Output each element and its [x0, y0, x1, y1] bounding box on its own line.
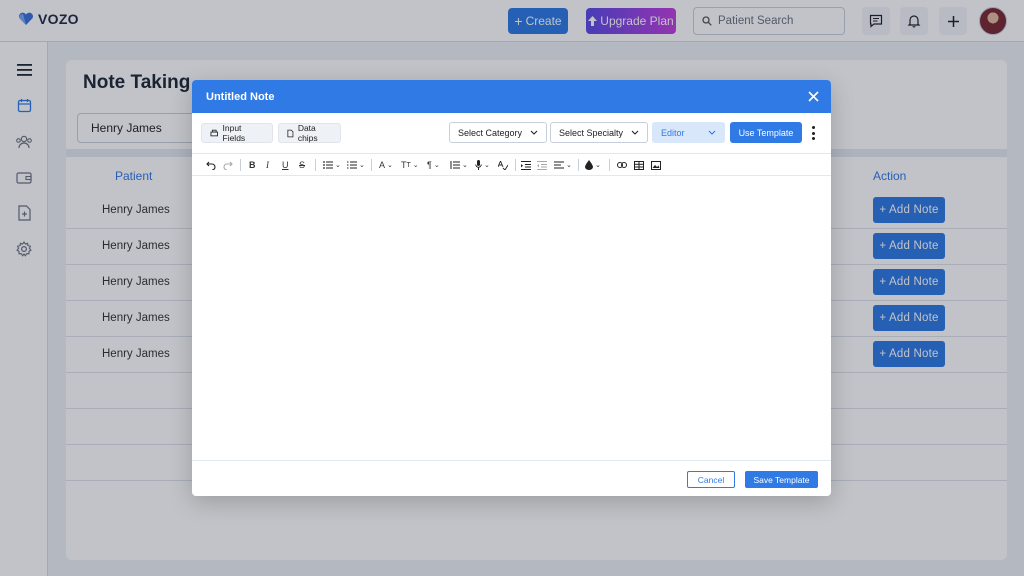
close-icon [807, 90, 819, 102]
toolbar-divider [609, 159, 610, 171]
bullet-list-icon[interactable]: ⌄ [323, 158, 341, 172]
more-options-icon[interactable] [809, 124, 817, 142]
outdent-icon[interactable] [537, 158, 547, 172]
note-modal: Untitled Note Input Fields Data chips Se… [192, 80, 831, 496]
toolbar-divider [578, 159, 579, 171]
toolbar-divider [371, 159, 372, 171]
underline-icon[interactable]: U [282, 158, 289, 172]
editor-mode-select[interactable]: Editor [652, 122, 725, 143]
bold-icon[interactable]: B [249, 158, 256, 172]
font-color-icon[interactable]: A ⌄ [379, 158, 393, 172]
chevron-down-icon [631, 130, 639, 135]
strikethrough-icon[interactable]: S [299, 158, 305, 172]
close-button[interactable] [805, 88, 821, 104]
fill-color-icon[interactable]: ⌄ [585, 158, 601, 172]
chevron-down-icon [530, 130, 538, 135]
modal-footer: Cancel Save Template [192, 460, 831, 496]
microphone-icon[interactable]: ⌄ [475, 158, 490, 172]
table-icon[interactable] [634, 158, 644, 172]
redo-icon[interactable] [223, 158, 233, 172]
specialty-select[interactable]: Select Specialty [550, 122, 648, 143]
undo-icon[interactable] [206, 158, 216, 172]
modal-title: Untitled Note [206, 91, 275, 103]
category-placeholder: Select Category [458, 127, 523, 138]
specialty-placeholder: Select Specialty [559, 127, 624, 138]
link-icon[interactable] [617, 158, 627, 172]
input-fields-label: Input Fields [222, 123, 246, 143]
save-template-button[interactable]: Save Template [745, 471, 818, 488]
category-select[interactable]: Select Category [449, 122, 547, 143]
paragraph-icon[interactable]: ¶ ⌄ [427, 158, 440, 172]
toolbar-divider [240, 159, 241, 171]
note-editor-area[interactable] [192, 176, 831, 460]
editor-mode-label: Editor [661, 127, 685, 138]
formatting-toolbar: B I U S ⌄ ⌄ A ⌄ T T ⌄ ¶ ⌄ ⌄ ⌄ ⌄ ⌄ [192, 153, 831, 176]
modal-header: Untitled Note [192, 80, 831, 113]
use-template-button[interactable]: Use Template [730, 122, 802, 143]
italic-icon[interactable]: I [266, 158, 269, 172]
image-icon[interactable] [651, 158, 661, 172]
align-icon[interactable]: ⌄ [554, 158, 572, 172]
numbered-list-icon[interactable]: ⌄ [347, 158, 365, 172]
data-chips-label: Data chips [297, 123, 318, 143]
cancel-button[interactable]: Cancel [687, 471, 735, 488]
toolbar-divider [315, 159, 316, 171]
spellcheck-icon[interactable] [498, 158, 508, 172]
line-height-icon[interactable]: ⌄ [450, 158, 468, 172]
text-size-icon[interactable]: T T ⌄ [401, 158, 419, 172]
printer-icon [210, 129, 218, 136]
input-fields-button[interactable]: Input Fields [201, 123, 273, 143]
toolbar-divider [515, 159, 516, 171]
document-icon [287, 129, 294, 137]
indent-icon[interactable] [521, 158, 531, 172]
chevron-down-icon [708, 130, 716, 135]
data-chips-button[interactable]: Data chips [278, 123, 341, 143]
